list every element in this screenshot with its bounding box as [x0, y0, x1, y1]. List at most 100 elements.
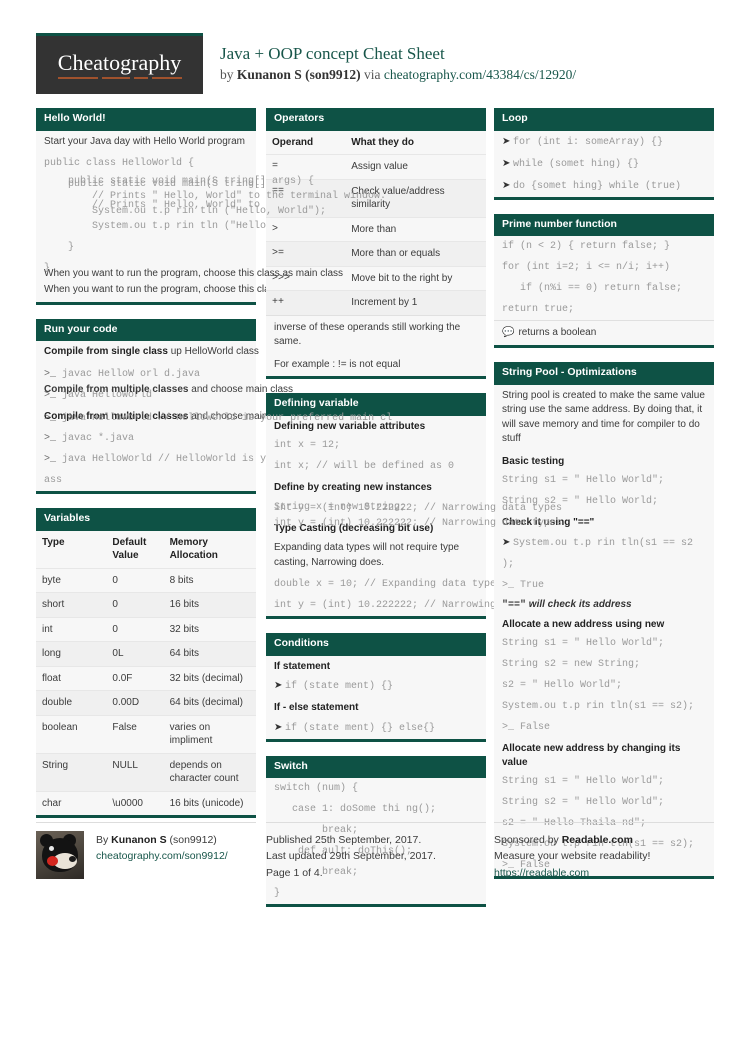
- cell-operand: >: [266, 217, 346, 243]
- play-bullet-icon: ➤: [502, 179, 511, 191]
- operators-note-line-two: For example : != is not equal: [274, 358, 401, 370]
- footer-divider: Published 25th September, 2017. Last upd…: [266, 822, 486, 881]
- cell-default: \u0000: [112, 797, 143, 809]
- byline-mid: via: [360, 67, 384, 82]
- card-body-hello-world: Start your Java day with Hello World pro…: [36, 131, 387, 302]
- column-header-type: Type: [36, 530, 107, 569]
- play-bullet-icon: ➤: [502, 157, 511, 169]
- cell-description: Move bit to the right by: [345, 266, 486, 292]
- cell-operand: >=: [266, 241, 346, 267]
- card-string-pool: String Pool - Optimizations String pool …: [494, 362, 714, 880]
- footer-last-updated: Last updated 29th September, 2017.: [266, 850, 436, 863]
- cell-type: byte: [36, 568, 107, 594]
- play-bullet-icon: ➤: [502, 536, 511, 548]
- column-header-what-they-do: What they do: [345, 130, 486, 156]
- string-pool-code-line: );: [502, 558, 515, 570]
- card-body-variables: Type Default Value Memory Allocation byt…: [36, 530, 256, 816]
- table-row: > More than: [266, 217, 486, 243]
- allocate-new-prefix: Allocate a new address using: [502, 618, 645, 630]
- check-equals-mono: "==": [573, 517, 595, 529]
- logo-underline-segment: [134, 77, 148, 79]
- cell-type: int: [36, 617, 107, 643]
- cell-type: boolean: [36, 715, 107, 754]
- footer-sponsor-block: Sponsored by Readable.com Measure your w…: [494, 822, 714, 892]
- run-code-command: >_ javac *.java: [36, 428, 256, 449]
- string-pool-code-line: String s1 = " Hello World";: [502, 475, 665, 487]
- run-code-subheading: Compile from multiple classes and choose…: [36, 406, 293, 429]
- footer-sponsor-link[interactable]: https://readable.com: [494, 867, 589, 879]
- card-operators: Operators Operand What they do = Assign v…: [266, 108, 486, 380]
- hello-world-footnote: When you want to run the program, choose…: [44, 284, 344, 296]
- card-loop: Loop ➤ for (int i: someArray) {} ➤ while (…: [494, 108, 714, 200]
- string-pool-sub-basic-testing: Basic testing: [502, 455, 565, 467]
- loop-code-text: do {somet hing} while (true): [513, 180, 682, 192]
- run-code-subheading: Compile from single class up HelloWorld …: [36, 341, 259, 364]
- footer-divider: By Kunanon S (son9912) cheatography.com/…: [36, 822, 256, 879]
- page-header: Cheatography Java + OOP concept Cheat Sh…: [36, 33, 714, 94]
- loop-code-line: ➤ for (int i: someArray) {}: [494, 131, 714, 153]
- card-title-loop: Loop: [494, 108, 714, 131]
- card-title-string-pool: String Pool - Optimizations: [494, 362, 714, 385]
- speech-bubble-icon: 💬: [502, 327, 515, 339]
- footer-author-handle: (son9912): [166, 834, 217, 846]
- card-body-run-your-code: Compile from single class up HelloWorld …: [36, 341, 392, 491]
- table-row: char \u0000 16 bits (unicode): [36, 791, 256, 815]
- defining-variable-code-line: int x; // will be defined as 0: [274, 461, 455, 473]
- conditions-sub-if: If statement: [274, 660, 331, 672]
- cheatography-logo[interactable]: Cheatography: [36, 33, 203, 94]
- cell-type: short: [36, 592, 107, 618]
- prime-note-text: returns a boolean: [518, 327, 597, 339]
- cell-memory: 16 bits (unicode): [169, 797, 244, 809]
- footer-sponsor-tagline: Measure your website readability!: [494, 850, 651, 863]
- loop-code-line: ➤ while (somet hing) {}: [494, 153, 714, 175]
- string-pool-sub-allocate-new: Allocate a new address using new: [494, 614, 714, 634]
- cell-type: float: [36, 666, 107, 692]
- card-title-run-your-code: Run your code: [36, 318, 256, 342]
- byline-source-link[interactable]: cheatography.com/43384/cs/12920/: [384, 67, 576, 82]
- conditions-sub-if-else: If - else statement: [274, 702, 359, 714]
- cell-memory: 8 bits: [163, 568, 256, 594]
- avatar-cheek-icon: [47, 856, 58, 866]
- avatar-eye-icon: [49, 846, 54, 851]
- cell-operand: ++: [266, 290, 346, 315]
- footer-sponsor-prefix: Sponsored by: [494, 834, 562, 846]
- card-title-hello-world: Hello World!: [36, 108, 256, 131]
- run-code-command-text: javac HelloW orl d.java: [62, 368, 201, 380]
- footer-sponsor-url-line: https://readable.com: [494, 865, 714, 881]
- switch-code-line: case 1: doSome thi ng();: [274, 804, 437, 816]
- footer-author-link[interactable]: cheatography.com/son9912/: [96, 850, 228, 862]
- column-three: Loop ➤ for (int i: someArray) {} ➤ while (…: [494, 108, 714, 893]
- string-pool-italic-note: "==" will check its address: [494, 596, 714, 614]
- string-pool-output: >_ False: [502, 722, 551, 734]
- run-code-command: >_ java HelloWorld // HelloWorld is your…: [36, 449, 392, 470]
- run-code-subheading-bold: Compile from multiple classes: [44, 410, 189, 422]
- cell-default: NULL: [106, 753, 164, 792]
- footer-author-url-line: cheatography.com/son9912/: [96, 848, 256, 864]
- column-two: Operators Operand What they do = Assign v…: [266, 108, 562, 921]
- avatar: [36, 831, 84, 879]
- card-title-switch: Switch: [266, 755, 486, 779]
- defining-variable-code-line: String x = new String;: [274, 501, 407, 513]
- cell-memory: 64 bits (decimal): [163, 690, 256, 716]
- operators-note-line-one: inverse of these operands still working …: [266, 314, 486, 354]
- string-pool-output: >_ True: [502, 579, 545, 591]
- hello-world-code-line: // Prints " Hello, World" to the termina…: [44, 200, 387, 212]
- hello-world-code-line: }: [44, 242, 75, 254]
- table-row: float 0.0F 32 bits (decimal): [36, 666, 256, 692]
- card-defining-variable: Defining variable Defining new variable …: [266, 393, 562, 620]
- terminal-prompt-icon: >_: [44, 389, 57, 401]
- table-row: int 0 32 bits: [36, 617, 256, 643]
- italic-note-text: will check its address: [526, 598, 632, 610]
- cell-description: Assign value: [345, 154, 486, 180]
- logo-underline-segment: [152, 77, 182, 79]
- cell-default: 0: [106, 617, 164, 643]
- card-title-conditions: Conditions: [266, 633, 486, 656]
- operators-table-body: = Assign value == Check value/address simi…: [266, 154, 486, 315]
- table-row: >= More than or equals: [266, 241, 486, 267]
- cell-description: More than or equals: [345, 241, 486, 267]
- string-pool-code-line: String s1 = " Hello World";: [502, 638, 665, 650]
- string-pool-code-text: System.ou t.p rin tln(s1 == s2: [513, 537, 694, 549]
- conditions-code-text: if (state ment) {}: [285, 681, 394, 693]
- table-row: String NULL depends on character count: [36, 753, 256, 792]
- table-row: byte 0 8 bits: [36, 568, 256, 594]
